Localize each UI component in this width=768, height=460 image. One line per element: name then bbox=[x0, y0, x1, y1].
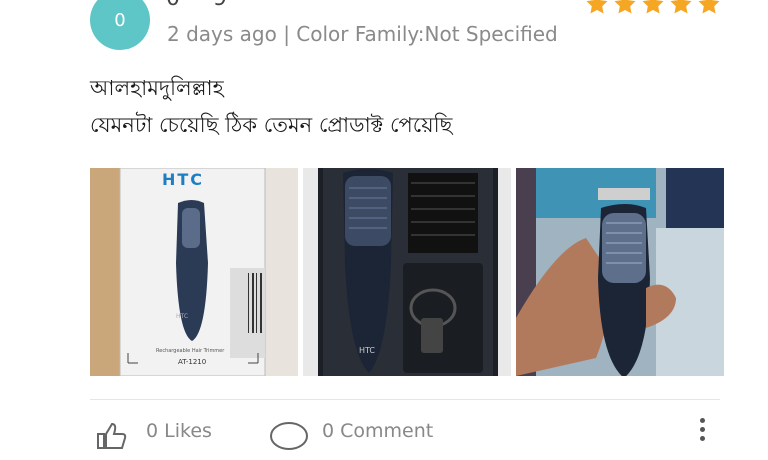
box-model: AT-1210 bbox=[178, 358, 207, 366]
review-actions: 0 Likes 0 Comment bbox=[90, 418, 730, 460]
star-icon bbox=[642, 0, 664, 14]
comment-count[interactable]: 0 Comment bbox=[322, 420, 433, 442]
review-line: আলহামদুলিল্লাহ bbox=[90, 76, 224, 100]
review-line: যেমনটা চেয়েছি ঠিক তেমন প্রোডাক্ট পেয়েছ… bbox=[90, 113, 453, 137]
review-photo-2[interactable]: HTC bbox=[303, 168, 511, 376]
trimmer-hand-image bbox=[516, 168, 724, 376]
trimmer-brand: HTC bbox=[359, 346, 376, 355]
thumbs-up-icon[interactable] bbox=[94, 420, 130, 450]
star-icon bbox=[670, 0, 692, 14]
review-text: আলহামদুলিল্লাহ যেমনটা চেয়েছি ঠিক তেমন প… bbox=[90, 70, 452, 144]
review-photo-3[interactable] bbox=[516, 168, 724, 376]
star-icon bbox=[698, 0, 720, 14]
review-meta: 2 days ago | Color Family:Not Specified bbox=[167, 22, 558, 46]
reviewer-name: 0***9 bbox=[166, 0, 227, 11]
trimmer-box-image: HTC bbox=[90, 168, 298, 376]
comment-icon[interactable] bbox=[268, 420, 310, 450]
review-photos: HTC HTC Rechargeable Hair Trimmer AT-121… bbox=[90, 168, 724, 376]
avatar-initial: 0 bbox=[114, 9, 126, 31]
star-icon bbox=[614, 0, 636, 14]
box-brand: HTC bbox=[162, 170, 205, 189]
rating-stars bbox=[585, 0, 721, 16]
likes-count[interactable]: 0 Likes bbox=[146, 420, 212, 442]
box-caption: Rechargeable Hair Trimmer bbox=[156, 348, 225, 354]
trimmer-tray-image bbox=[303, 168, 511, 376]
avatar: 0 bbox=[90, 0, 150, 50]
star-icon bbox=[586, 0, 608, 14]
svg-text:HTC: HTC bbox=[176, 313, 188, 320]
divider bbox=[90, 399, 720, 400]
review-photo-1[interactable]: HTC HTC Rechargeable Hair Trimmer AT-121… bbox=[90, 168, 298, 376]
more-options-icon[interactable] bbox=[700, 418, 706, 448]
